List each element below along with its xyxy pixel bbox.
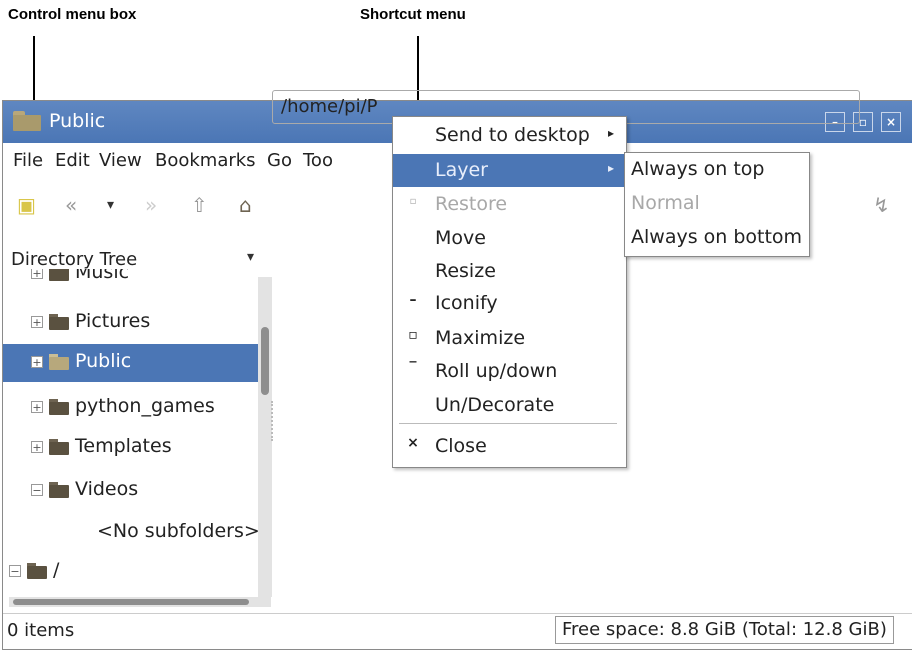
tree-item-music[interactable]: + Music: [3, 269, 265, 295]
tree-item-label: Music: [75, 269, 130, 283]
sidebar-title: Directory Tree: [11, 249, 138, 270]
tree-item-label: Templates: [75, 435, 172, 457]
folder-icon: [49, 354, 69, 370]
expander-icon[interactable]: +: [31, 441, 43, 453]
status-bar: 0 items Free space: 8.8 GiB (Total: 12.8…: [3, 613, 912, 648]
menu-item-iconify[interactable]: – Iconify: [393, 287, 626, 320]
shortcut-menu: Send to desktop ▸ Layer ▸ ▫ Restore Move…: [392, 116, 627, 468]
menu-item-move[interactable]: Move: [393, 222, 626, 255]
menu-edit[interactable]: Edit: [55, 150, 90, 171]
menu-file[interactable]: File: [13, 150, 43, 171]
layer-submenu: Always on top Normal Always on bottom: [624, 152, 810, 257]
chevron-down-icon[interactable]: ▾: [247, 249, 254, 265]
expander-icon[interactable]: +: [31, 401, 43, 413]
control-menu-folder-icon[interactable]: [13, 111, 41, 131]
menu-go[interactable]: Go: [267, 150, 292, 171]
expander-icon[interactable]: −: [31, 484, 43, 496]
tree-item-label: python_games: [75, 395, 215, 417]
roll-up-icon: ‾: [409, 360, 417, 376]
folder-icon: [49, 482, 69, 498]
submenu-item-normal[interactable]: Normal: [625, 187, 809, 221]
menu-item-label: Move: [435, 227, 486, 249]
menu-item-label: Maximize: [435, 327, 526, 349]
tree-item-label: Public: [75, 350, 132, 372]
menu-item-label: Un/Decorate: [435, 394, 555, 416]
menu-item-maximize[interactable]: ▫ Maximize: [393, 322, 626, 355]
sidebar-vertical-scrollbar[interactable]: [258, 277, 272, 597]
menu-item-label: Always on top: [631, 158, 765, 180]
back-icon[interactable]: «: [65, 193, 77, 217]
menu-item-label: Restore: [435, 193, 508, 215]
tree-item-pictures[interactable]: + Pictures: [3, 304, 265, 342]
tree-item-label: /: [53, 559, 60, 581]
menu-item-resize[interactable]: Resize: [393, 255, 626, 288]
close-icon: ×: [407, 435, 419, 451]
tree-item-label: Videos: [75, 478, 139, 500]
expander-icon[interactable]: −: [9, 565, 21, 577]
tree-item-templates[interactable]: + Templates: [3, 429, 265, 467]
menu-item-roll-up-down[interactable]: ‾ Roll up/down: [393, 355, 626, 388]
menu-item-label: Normal: [631, 192, 700, 214]
new-tab-icon[interactable]: ▣: [17, 193, 36, 217]
forward-icon[interactable]: »: [145, 193, 157, 217]
tree-item-label: Pictures: [75, 310, 151, 332]
folder-icon: [49, 314, 69, 330]
menu-item-label: Send to desktop: [435, 124, 590, 146]
menu-view[interactable]: View: [99, 150, 142, 171]
tree-item-public[interactable]: + Public: [3, 344, 265, 382]
status-free-space: Free space: 8.8 GiB (Total: 12.8 GiB): [555, 616, 894, 644]
up-icon[interactable]: ⇧: [191, 193, 208, 217]
iconify-icon: –: [409, 292, 417, 308]
maximize-icon: ▫: [408, 327, 418, 343]
home-icon[interactable]: ⌂: [239, 193, 252, 217]
sidebar-horizontal-scrollbar[interactable]: [9, 597, 271, 607]
menu-item-label: Roll up/down: [435, 360, 558, 382]
menu-separator: [399, 423, 617, 424]
callout-shortcut-menu: Shortcut menu: [360, 6, 466, 23]
status-item-count: 0 items: [7, 620, 75, 641]
tree-item-videos[interactable]: − Videos: [3, 472, 265, 510]
tree-item-no-subfolders: <No subfolders>: [3, 514, 265, 552]
window-title: Public: [49, 110, 106, 132]
menu-item-un-decorate[interactable]: Un/Decorate: [393, 389, 626, 422]
scroll-thumb[interactable]: [261, 327, 269, 395]
submenu-item-always-on-top[interactable]: Always on top: [625, 153, 809, 187]
menu-item-restore[interactable]: ▫ Restore: [393, 188, 626, 221]
folder-icon: [27, 563, 47, 579]
menu-item-label: Resize: [435, 260, 496, 282]
expander-icon[interactable]: +: [31, 356, 43, 368]
callout-control-menu-box: Control menu box: [8, 6, 137, 23]
tree-item-label: <No subfolders>: [97, 520, 260, 542]
menu-item-label: Layer: [435, 159, 488, 181]
folder-icon: [49, 399, 69, 415]
pane-resize-handle[interactable]: [271, 401, 275, 441]
menu-item-label: Close: [435, 435, 487, 457]
folder-icon: [49, 269, 69, 281]
go-icon[interactable]: ↯: [873, 193, 890, 217]
tree-item-root[interactable]: − /: [3, 553, 265, 591]
close-button[interactable]: ×: [881, 112, 901, 132]
submenu-arrow-icon: ▸: [607, 126, 614, 140]
menu-item-layer[interactable]: Layer ▸: [393, 154, 626, 187]
menu-bookmarks[interactable]: Bookmarks: [155, 150, 256, 171]
folder-icon: [49, 439, 69, 455]
menu-item-label: Always on bottom: [631, 226, 803, 248]
menu-item-label: Iconify: [435, 292, 498, 314]
callout-line-control-menu: [33, 36, 35, 108]
history-dropdown-icon[interactable]: ▾: [107, 197, 114, 213]
submenu-item-always-on-bottom[interactable]: Always on bottom: [625, 221, 809, 255]
tree-item-python-games[interactable]: + python_games: [3, 389, 265, 427]
scroll-thumb[interactable]: [13, 599, 249, 605]
expander-icon[interactable]: +: [31, 316, 43, 328]
menu-item-close[interactable]: × Close: [393, 430, 626, 463]
expander-icon[interactable]: +: [31, 269, 43, 279]
submenu-arrow-icon: ▸: [607, 161, 614, 175]
menu-item-send-to-desktop[interactable]: Send to desktop ▸: [393, 119, 626, 152]
menu-tools[interactable]: Too: [303, 150, 333, 171]
restore-icon: ▫: [409, 196, 417, 207]
